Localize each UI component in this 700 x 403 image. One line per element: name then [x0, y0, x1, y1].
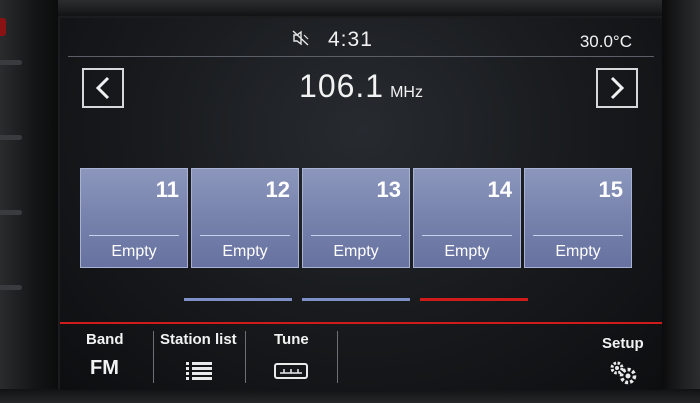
tune-label: Tune: [274, 331, 309, 348]
hardware-button[interactable]: [0, 285, 22, 290]
frequency-value: 106.1: [299, 68, 385, 104]
band-label: Band: [86, 331, 124, 348]
preset-label: Empty: [111, 243, 157, 260]
hardware-indicator: [0, 18, 6, 36]
hardware-button[interactable]: [0, 60, 22, 65]
band-value: FM: [90, 357, 119, 379]
preset-button[interactable]: 13 Empty: [302, 168, 410, 268]
gear-icon: [608, 359, 638, 390]
status-divider: [68, 56, 654, 57]
bottom-menu-bar: Band FM Station list Tune Setup: [60, 325, 662, 390]
preset-button[interactable]: 11 Empty: [80, 168, 188, 268]
preset-label: Empty: [333, 243, 379, 260]
frequency-unit: MHz: [390, 84, 423, 101]
preset-number: 11: [155, 177, 179, 202]
preset-divider: [89, 235, 179, 236]
speaker-muted-icon: [292, 30, 310, 46]
page-indicator[interactable]: [184, 298, 292, 301]
preset-divider: [311, 235, 401, 236]
preset-label: Empty: [222, 243, 268, 260]
preset-number: 12: [265, 177, 290, 202]
menu-separator: [337, 331, 338, 383]
list-icon: [186, 361, 212, 386]
accent-divider: [60, 322, 662, 324]
bezel-top: [0, 0, 700, 16]
bezel-bottom: [0, 389, 700, 403]
next-station-button[interactable]: [596, 68, 638, 108]
frequency-display: 106.1 MHz: [60, 68, 662, 105]
preset-button[interactable]: 12 Empty: [191, 168, 299, 268]
preset-number: 13: [376, 177, 401, 202]
outside-temperature: 30.0°C: [579, 32, 632, 51]
preset-number: 15: [598, 177, 623, 202]
preset-label: Empty: [444, 243, 490, 260]
preset-button[interactable]: 15 Empty: [524, 168, 632, 268]
setup-label: Setup: [602, 335, 644, 352]
tune-button[interactable]: Tune: [246, 325, 336, 390]
preset-divider: [422, 235, 512, 236]
hardware-button[interactable]: [0, 210, 22, 215]
bezel-right: [662, 0, 700, 403]
setup-button[interactable]: Setup: [580, 325, 662, 390]
clock: 4:31: [328, 28, 373, 51]
hardware-button[interactable]: [0, 135, 22, 140]
station-list-label: Station list: [160, 331, 237, 348]
status-bar: 4:31 30.0°C: [60, 18, 662, 57]
page-indicator[interactable]: [302, 298, 410, 301]
preset-label: Empty: [555, 243, 601, 260]
preset-number: 14: [487, 177, 512, 202]
page-indicator[interactable]: [420, 298, 528, 301]
preset-button[interactable]: 14 Empty: [413, 168, 521, 268]
station-list-button[interactable]: Station list: [154, 325, 244, 390]
tuner-scale-icon: [274, 363, 308, 384]
preset-row: 11 Empty 12 Empty 13 Empty 14 Empty 15 E…: [80, 168, 636, 270]
chevron-right-icon: [610, 76, 625, 100]
band-button[interactable]: Band FM: [60, 325, 152, 390]
radio-screen: 4:31 30.0°C 106.1 MHz 11 Empty 12 Empty 1…: [60, 18, 662, 390]
preset-divider: [533, 235, 623, 236]
preset-divider: [200, 235, 290, 236]
